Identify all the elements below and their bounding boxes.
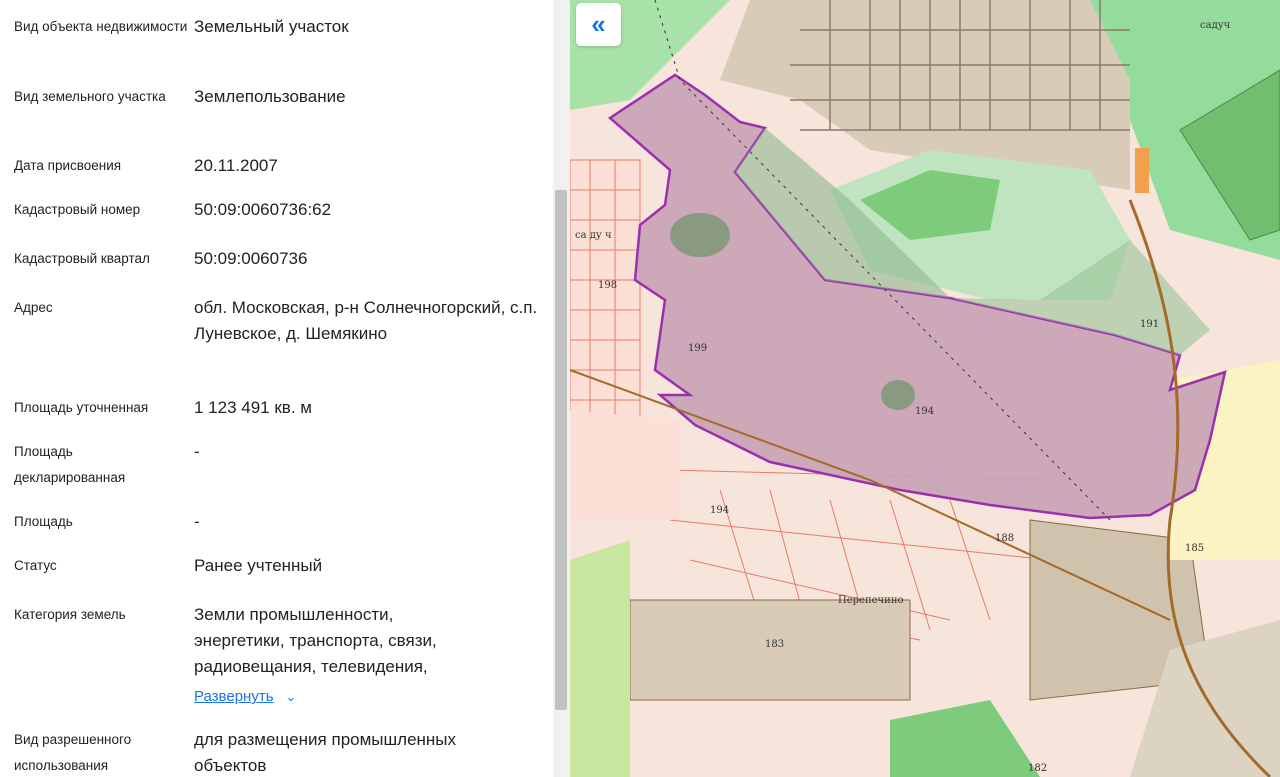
- field-label: Адрес: [14, 300, 53, 315]
- field-label: Кадастровый квартал: [14, 251, 150, 266]
- map-label: 191: [1140, 319, 1159, 330]
- field-area-refined: Площадь уточненная 1 123 491 кв. м: [14, 395, 544, 421]
- map-label: Перепечино: [838, 595, 904, 606]
- field-value: -: [194, 442, 200, 461]
- map-label: са ду ч: [575, 230, 612, 241]
- map-label: 185: [1185, 543, 1204, 554]
- panel-scrollbar[interactable]: [553, 0, 570, 777]
- field-label: Вид объекта недвижимости: [14, 19, 188, 34]
- field-object-type: Вид объекта недвижимости Земельный участо…: [14, 14, 544, 40]
- chevron-down-icon[interactable]: ⌄: [286, 689, 297, 704]
- collapse-panel-button[interactable]: «: [576, 3, 621, 46]
- map-label: 182: [1028, 763, 1047, 774]
- field-date: Дата присвоения 20.11.2007: [14, 153, 544, 179]
- field-label: Кадастровый номер: [14, 202, 141, 217]
- field-permitted-use: Вид разрешенного использования для размещ…: [14, 727, 544, 777]
- field-address: Адрес обл. Московская, р-н Солнечногорски…: [14, 295, 544, 347]
- field-value: Земельный участок: [194, 17, 349, 36]
- field-value: Земли промышленности, энергетики, трансп…: [194, 605, 437, 676]
- field-cadastral-quarter: Кадастровый квартал 50:09:0060736: [14, 246, 544, 272]
- field-label: Вид земельного участка: [14, 89, 166, 104]
- map-label: садуч: [1200, 20, 1231, 31]
- double-chevron-left-icon: «: [591, 9, 606, 39]
- map-label: 194: [915, 406, 934, 417]
- expand-link[interactable]: Развернуть: [194, 688, 274, 705]
- map-label: 194: [710, 505, 729, 516]
- field-value: 50:09:0060736: [194, 249, 308, 268]
- field-area: Площадь -: [14, 509, 544, 535]
- field-value: обл. Московская, р-н Солнечногорский, с.…: [194, 298, 538, 343]
- field-label: Площадь: [14, 514, 73, 529]
- field-value: -: [194, 512, 200, 531]
- field-cadastral-number: Кадастровый номер 50:09:0060736:62: [14, 197, 544, 223]
- field-land-category: Категория земель Земли промышленности, эн…: [14, 602, 544, 710]
- field-value: Ранее учтенный: [194, 556, 323, 575]
- field-status: Статус Ранее учтенный: [14, 553, 544, 579]
- map-canvas: садуч са ду ч 198 199 194 191 194 188 18…: [570, 0, 1280, 777]
- property-info-panel: Вид объекта недвижимости Земельный участо…: [0, 0, 553, 777]
- field-label: Статус: [14, 558, 57, 573]
- field-value: для размещения промышленных объектов: [194, 730, 457, 775]
- field-area-declared: Площадь декларированная -: [14, 439, 544, 491]
- field-label: Категория земель: [14, 607, 126, 622]
- map-label: 199: [688, 343, 707, 354]
- field-value: 1 123 491 кв. м: [194, 398, 312, 417]
- field-label: Дата присвоения: [14, 158, 122, 173]
- field-label: Вид разрешенного использования: [14, 732, 132, 773]
- cadastral-map[interactable]: садуч са ду ч 198 199 194 191 194 188 18…: [570, 0, 1280, 777]
- field-value: 50:09:0060736:62: [194, 200, 332, 219]
- field-value: 20.11.2007: [194, 156, 278, 175]
- map-label: 183: [765, 639, 784, 650]
- field-label: Площадь декларированная: [14, 444, 126, 485]
- field-label: Площадь уточненная: [14, 400, 149, 415]
- map-label: 198: [598, 280, 617, 291]
- field-value: Землепользование: [194, 87, 346, 106]
- scrollbar-thumb[interactable]: [555, 190, 567, 710]
- map-label: 188: [995, 533, 1014, 544]
- field-land-type: Вид земельного участка Землепользование: [14, 84, 544, 110]
